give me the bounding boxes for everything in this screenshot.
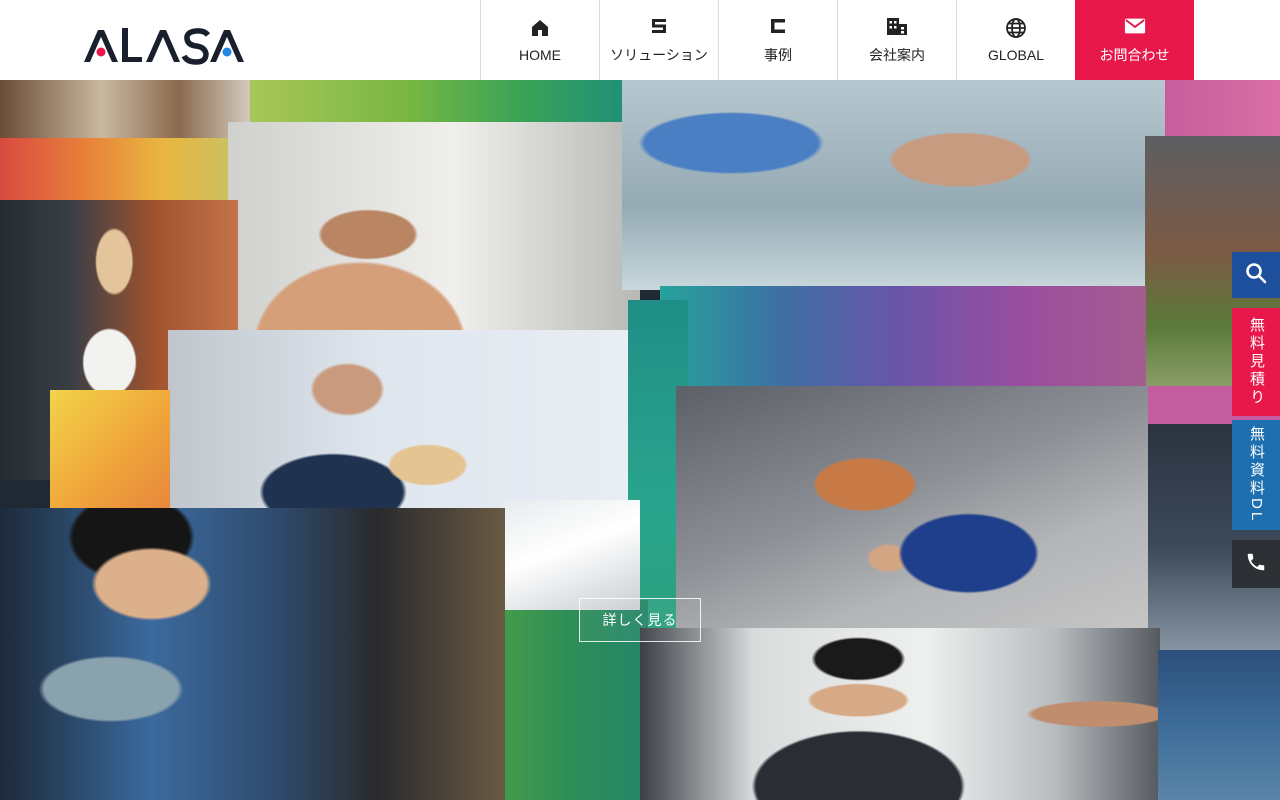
side-free-quote-button[interactable]: 無料見積り xyxy=(1232,308,1280,416)
collage-color-strip xyxy=(250,80,635,128)
nav-solution-label: ソリューション xyxy=(610,47,708,63)
phone-icon xyxy=(1245,551,1267,578)
nav-home[interactable]: HOME xyxy=(480,0,599,80)
solution-icon xyxy=(648,15,670,37)
collage-color-strip xyxy=(50,390,170,510)
mail-icon xyxy=(1124,15,1146,37)
collage-photo-engineer-magnifier xyxy=(0,508,505,800)
nav-global[interactable]: GLOBAL xyxy=(956,0,1075,80)
side-free-docs-label: 無料資料DL xyxy=(1248,426,1265,524)
side-free-docs-button[interactable]: 無料資料DL xyxy=(1232,420,1280,530)
collage-photo-food xyxy=(0,80,255,140)
globe-icon xyxy=(1005,17,1027,39)
nav-cases-label: 事例 xyxy=(764,47,792,63)
collage-photo-laptop xyxy=(500,500,640,610)
detail-button[interactable]: 詳しく見る xyxy=(579,598,701,642)
collage-color-strip xyxy=(1165,80,1280,136)
nav-contact-button[interactable]: お問合わせ xyxy=(1075,0,1194,80)
nav-company[interactable]: 会社案内 xyxy=(837,0,956,80)
collage-color-strip xyxy=(660,286,1146,386)
nav-contact-label: お問合わせ xyxy=(1099,47,1170,63)
nav-home-label: HOME xyxy=(519,47,561,63)
home-icon xyxy=(529,17,551,39)
side-free-quote-label: 無料見積り xyxy=(1248,317,1265,407)
nav-global-label: GLOBAL xyxy=(987,47,1045,63)
alasa-logo[interactable] xyxy=(84,22,244,66)
side-phone-button[interactable] xyxy=(1232,540,1280,588)
hero-collage: 詳しく見る xyxy=(0,80,1280,800)
side-search-button[interactable] xyxy=(1232,252,1280,298)
nav-company-label: 会社案内 xyxy=(869,47,925,63)
collage-photo-mechanic-engine xyxy=(676,386,1148,632)
collage-color-strip xyxy=(0,138,250,204)
site-header: HOME ソリューション 事例 会社案内 GLOBAL お問合わせ xyxy=(0,0,1280,80)
main-nav: HOME ソリューション 事例 会社案内 GLOBAL お問合わせ xyxy=(480,0,1194,80)
nav-solution[interactable]: ソリューション xyxy=(599,0,718,80)
collage-photo-office-bottom-right xyxy=(1158,650,1280,800)
cases-icon xyxy=(767,15,789,37)
search-icon xyxy=(1245,262,1267,289)
collage-photo-businessman xyxy=(640,628,1160,800)
collage-photo-lab-scientist xyxy=(622,80,1168,290)
nav-cases[interactable]: 事例 xyxy=(718,0,837,80)
building-icon xyxy=(886,15,908,37)
